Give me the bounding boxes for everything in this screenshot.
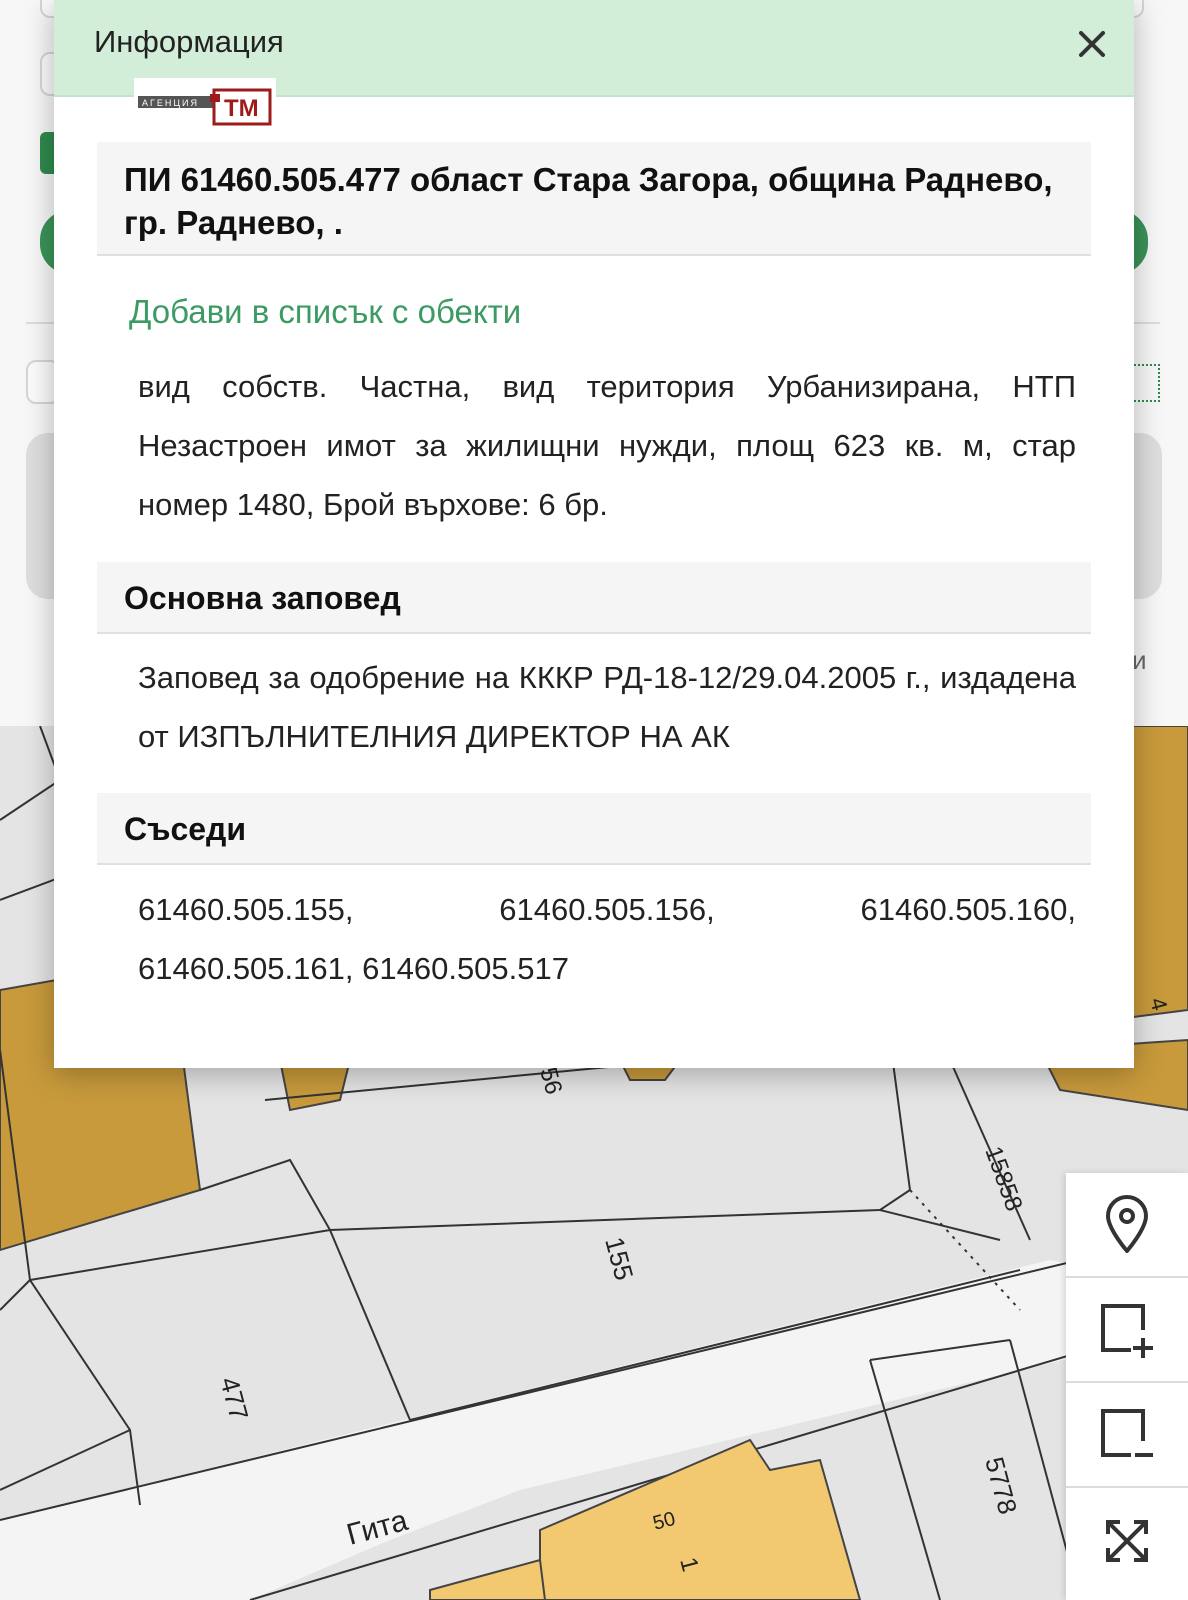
add-selection-button[interactable] (1066, 1278, 1188, 1383)
neighbors-list: 61460.505.155, 61460.505.156, 61460.505.… (138, 880, 1076, 998)
add-to-list-link[interactable]: Добави в списък с обекти (129, 293, 521, 331)
map-toolbar (1066, 1173, 1188, 1600)
fullscreen-button[interactable] (1066, 1488, 1188, 1593)
close-icon (1079, 31, 1105, 57)
locate-button[interactable] (1066, 1173, 1188, 1278)
close-button[interactable] (1072, 24, 1112, 64)
underlying-fit-icon (1130, 364, 1160, 402)
neighbor-link[interactable]: 61460.505.517 (362, 951, 569, 986)
neighbor-link[interactable]: 61460.505.156, (499, 880, 715, 939)
neighbor-link[interactable]: 61460.505.155, (138, 880, 354, 939)
neighbor-link[interactable]: 61460.505.161, (138, 951, 354, 986)
neighbor-link[interactable]: 61460.505.160, (861, 880, 1077, 939)
map-pin-icon (1106, 1194, 1148, 1253)
dialog-title: Информация (94, 24, 284, 59)
svg-text:АГЕНЦИЯ: АГЕНЦИЯ (142, 98, 199, 108)
order-heading: Основна заповед (97, 562, 1091, 634)
neighbors-heading: Съседи (97, 793, 1091, 865)
property-description: вид собств. Частна, вид територия Урбани… (138, 369, 1076, 522)
add-rectangle-icon (1101, 1303, 1153, 1358)
info-dialog: Информация АГЕНЦИЯ ТМ ПИ 61460.505.477 о… (54, 0, 1134, 1068)
expand-icon (1106, 1519, 1148, 1562)
property-title: ПИ 61460.505.477 област Стара Загора, об… (97, 142, 1091, 256)
remove-rectangle-icon (1101, 1408, 1153, 1457)
order-text: Заповед за одобрение на КККР РД-18-12/29… (138, 660, 1076, 754)
agency-logo: АГЕНЦИЯ ТМ (134, 78, 276, 126)
underlying-text-fragment: и (1132, 645, 1147, 675)
svg-text:ТМ: ТМ (224, 95, 259, 122)
remove-selection-button[interactable] (1066, 1383, 1188, 1488)
